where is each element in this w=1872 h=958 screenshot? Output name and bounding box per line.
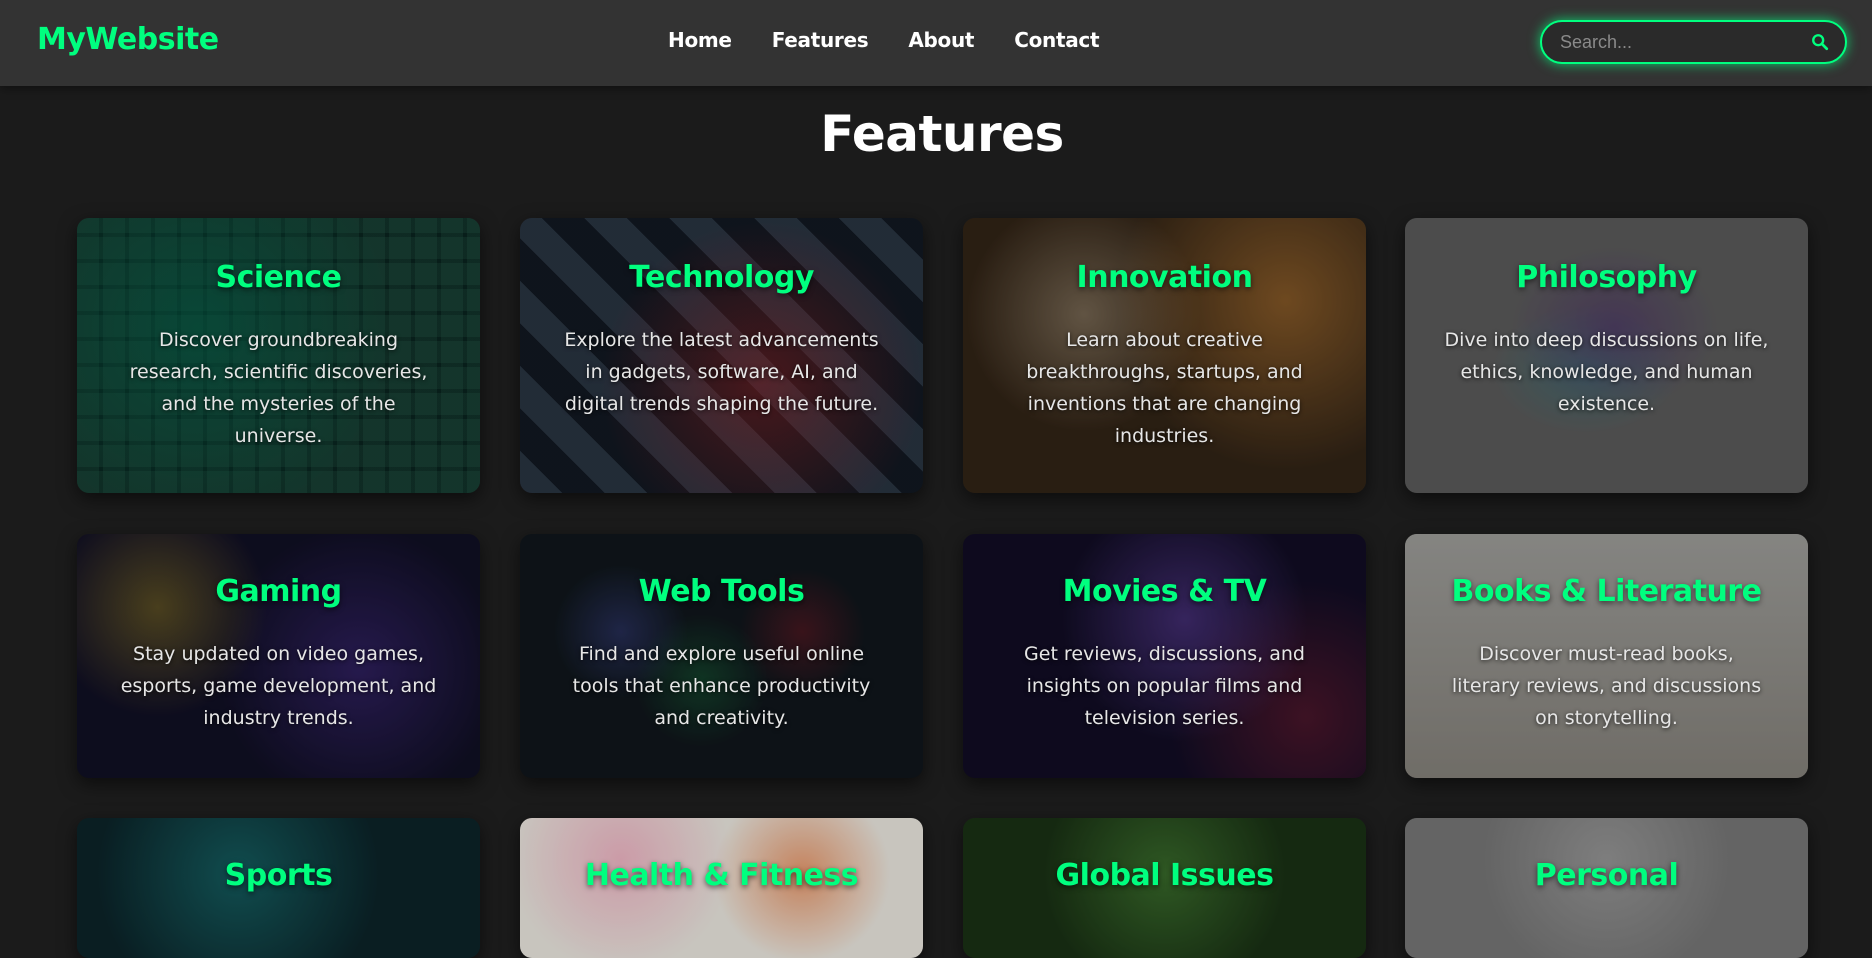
main-nav: Home Features About Contact <box>668 28 1100 52</box>
nav-contact[interactable]: Contact <box>1014 28 1099 52</box>
card-title: Health & Fitness <box>584 858 859 893</box>
card-title: Gaming <box>215 574 342 609</box>
nav-about[interactable]: About <box>908 28 974 52</box>
search-icon[interactable] <box>1811 33 1829 51</box>
card-global-issues[interactable]: Global Issues <box>963 818 1366 958</box>
card-description: Discover groundbreaking research, scient… <box>129 329 428 447</box>
card-title: Philosophy <box>1516 260 1697 295</box>
card-health-fitness[interactable]: Health & Fitness <box>520 818 923 958</box>
card-title: Books & Literature <box>1451 574 1762 609</box>
card-books-literature[interactable]: Books & Literature Discover must-read bo… <box>1405 534 1808 778</box>
search-input[interactable] <box>1560 22 1800 62</box>
site-logo[interactable]: MyWebsite <box>37 22 219 57</box>
card-philosophy[interactable]: Philosophy Dive into deep discussions on… <box>1405 218 1808 493</box>
card-title: Sports <box>224 858 333 893</box>
card-personal[interactable]: Personal <box>1405 818 1808 958</box>
card-gaming[interactable]: Gaming Stay updated on video games, espo… <box>77 534 480 778</box>
card-description: Stay updated on video games, esports, ga… <box>120 643 437 729</box>
card-title: Science <box>215 260 342 295</box>
card-description: Learn about creative breakthroughs, star… <box>1026 329 1303 447</box>
card-title: Personal <box>1534 858 1679 893</box>
card-innovation[interactable]: Innovation Learn about creative breakthr… <box>963 218 1366 493</box>
card-title: Web Tools <box>638 574 805 609</box>
navbar: MyWebsite Home Features About Contact <box>0 0 1872 86</box>
search-box <box>1540 20 1847 64</box>
card-description: Discover must-read books, literary revie… <box>1451 643 1762 729</box>
page-title: Features <box>820 105 1064 163</box>
card-technology[interactable]: Technology Explore the latest advancemen… <box>520 218 923 493</box>
card-sports[interactable]: Sports <box>77 818 480 958</box>
card-description: Get reviews, discussions, and insights o… <box>1024 643 1305 729</box>
card-science[interactable]: Science Discover groundbreaking research… <box>77 218 480 493</box>
nav-features[interactable]: Features <box>772 28 869 52</box>
card-description: Explore the latest advancements in gadge… <box>564 329 879 415</box>
nav-home[interactable]: Home <box>668 28 732 52</box>
card-movies-tv[interactable]: Movies & TV Get reviews, discussions, an… <box>963 534 1366 778</box>
card-title: Movies & TV <box>1062 574 1267 609</box>
card-title: Innovation <box>1076 260 1253 295</box>
card-web-tools[interactable]: Web Tools Find and explore useful online… <box>520 534 923 778</box>
card-description: Find and explore useful online tools tha… <box>572 643 871 729</box>
card-title: Global Issues <box>1055 858 1274 893</box>
card-title: Technology <box>629 260 814 295</box>
card-description: Dive into deep discussions on life, ethi… <box>1444 329 1769 415</box>
